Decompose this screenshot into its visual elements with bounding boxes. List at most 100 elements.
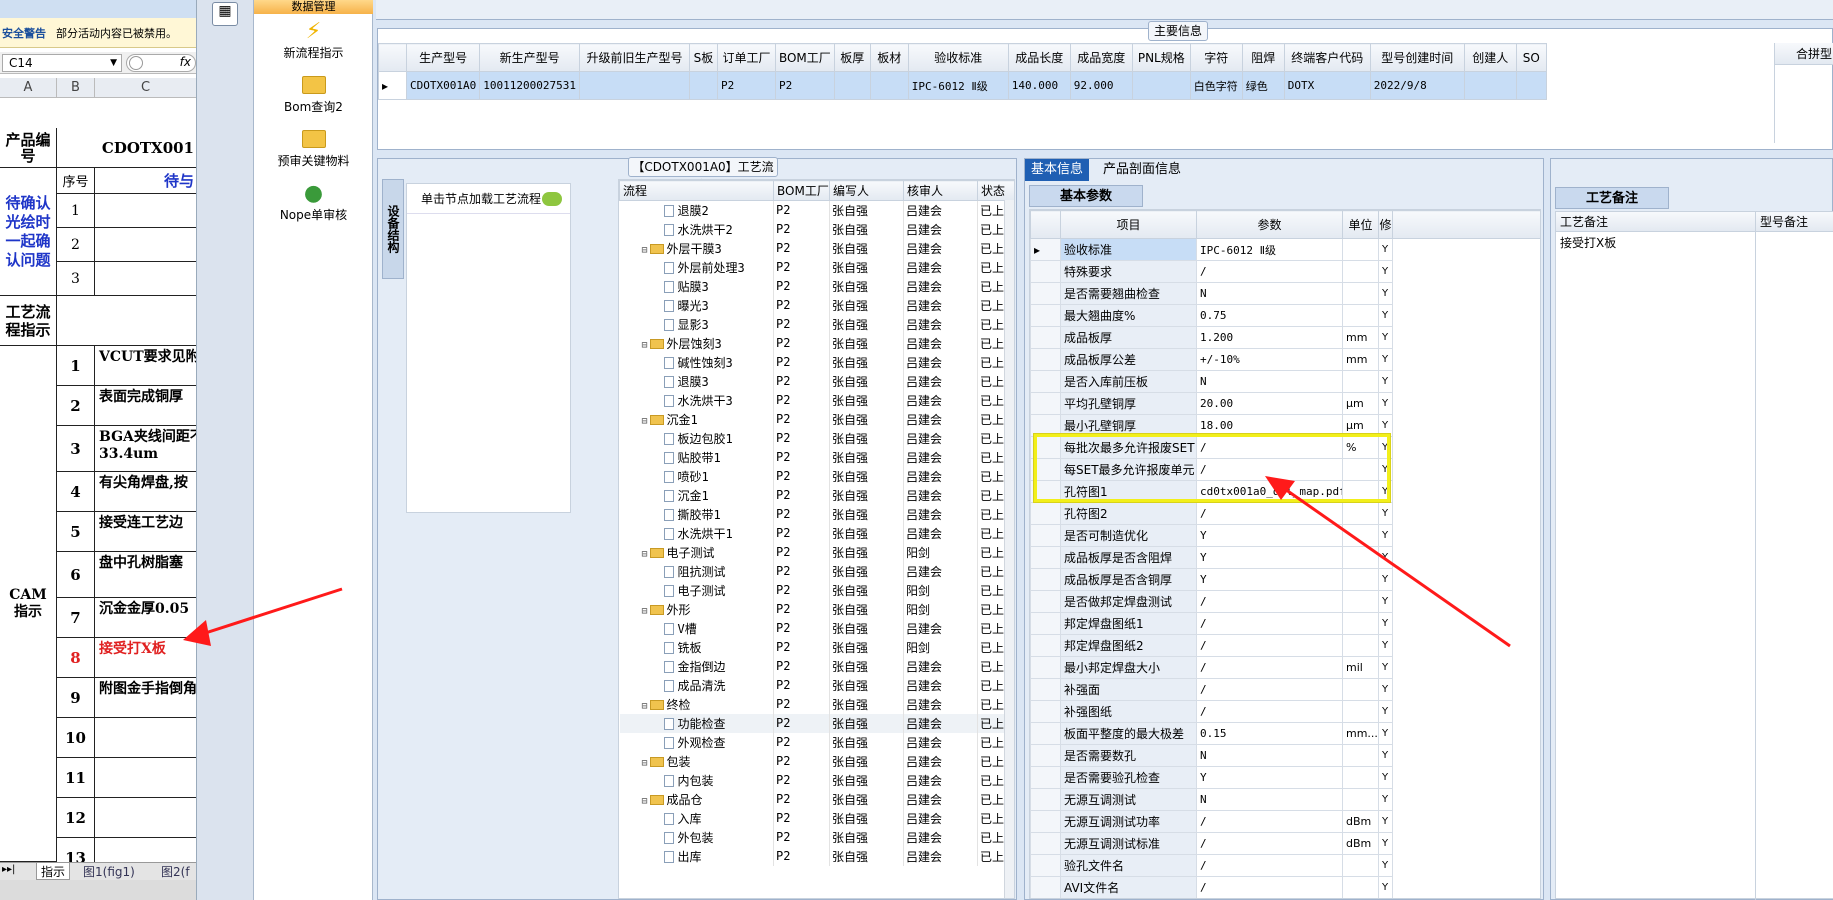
param-row[interactable]: 无源互调测试功率 / dBm Y [1030,810,1541,833]
param-modify[interactable]: Y [1378,656,1393,679]
param-row[interactable]: 成品板厚公差 +/-10% mm Y [1030,348,1541,371]
tree-row[interactable]: 贴膜3 P2 张自强 吕建会 已上网 [619,276,1014,296]
tree-row[interactable]: 外包装 P2 张自强 吕建会 已上网 [619,827,1014,847]
tree-node[interactable]: 成品清洗 [619,675,774,695]
param-value[interactable]: N [1196,788,1343,811]
tree-row[interactable]: 退膜2 P2 张自强 吕建会 已上网 [619,200,1014,220]
param-column-header[interactable]: 单位 [1342,210,1379,239]
param-row[interactable]: 无源互调测试标准 / dBm Y [1030,832,1541,855]
tree-row[interactable]: 水洗烘干1 P2 张自强 吕建会 已上网 [619,523,1014,543]
tree-row[interactable]: 曝光3 P2 张自强 吕建会 已上网 [619,295,1014,315]
param-modify[interactable]: Y [1378,810,1393,833]
param-value[interactable]: / [1196,502,1343,525]
tree-row[interactable]: ⊟ 沉金1 P2 张自强 吕建会 已上网 [619,409,1014,429]
sheet-tab-fig2[interactable]: 图2(f [158,863,193,880]
tree-row[interactable]: 电子测试 P2 张自强 阳剑 已上网 [619,580,1014,600]
param-modify[interactable]: Y [1378,876,1393,898]
tree-row[interactable]: 撕胶带1 P2 张自强 吕建会 已上网 [619,504,1014,524]
param-value[interactable]: Y [1196,568,1343,591]
column-header[interactable]: 验收标准 [907,43,1009,72]
collapse-icon[interactable]: ⊟ [642,340,648,351]
param-row[interactable]: 是否可制造优化 Y Y [1030,524,1541,547]
pending-cell[interactable] [95,194,196,228]
tree-column-header[interactable]: 核审人 [903,180,978,201]
data-management-tab[interactable]: 数据管理 [254,0,373,14]
table-cell[interactable] [1131,71,1191,100]
tree-row[interactable]: 板边包胶1 P2 张自强 吕建会 已上网 [619,428,1014,448]
param-value[interactable]: Y [1196,546,1343,569]
table-cell[interactable] [833,71,871,100]
calculator-icon[interactable]: ▦ [212,2,238,26]
param-row[interactable]: AVI文件名 / Y [1030,876,1541,898]
param-value[interactable]: N [1196,282,1343,305]
tree-row[interactable]: ⊟ 包装 P2 张自强 吕建会 已上网 [619,751,1014,771]
tree-row[interactable]: 出库 P2 张自强 吕建会 已上网 [619,846,1014,866]
tree-node[interactable]: 金指倒边 [619,656,774,676]
menu-item-nope-review[interactable]: ● Nope单审核 [254,180,373,223]
column-header[interactable]: 成品长度 [1007,43,1071,72]
tree-row[interactable]: 碱性蚀刻3 P2 张自强 吕建会 已上网 [619,352,1014,372]
param-row[interactable]: 最小邦定焊盘大小 / mil Y [1030,656,1541,679]
param-row[interactable]: 是否需要验孔检查 Y Y [1030,766,1541,789]
table-cell[interactable]: 140.000 [1007,71,1071,100]
tree-node[interactable]: 喷砂1 [619,466,774,486]
sheet-tab-fig1[interactable]: 图1(fig1) [80,863,138,880]
tree-node[interactable]: 退膜3 [619,371,774,391]
tree-node[interactable]: 阻抗测试 [619,561,774,581]
param-value[interactable]: Y [1196,524,1343,547]
param-value[interactable]: 1.200 [1196,326,1343,349]
cam-instruction[interactable] [95,718,196,758]
param-modify[interactable]: Y [1378,524,1393,547]
param-column-header[interactable]: 修 [1378,210,1393,239]
column-header[interactable]: 板材 [869,43,909,72]
column-header[interactable]: 生产型号 [405,43,481,72]
param-modify[interactable]: Y [1378,282,1393,305]
table-cell[interactable] [1515,71,1547,100]
param-row[interactable]: 补强面 / Y [1030,678,1541,701]
tree-node[interactable]: 水洗烘干3 [619,390,774,410]
tree-node[interactable]: 出库 [619,846,774,866]
nav-arrows-icon[interactable]: ▸▸| [2,864,15,875]
param-modify[interactable]: Y [1378,612,1393,635]
tree-node[interactable]: 退膜2 [619,200,774,220]
menu-item-new-process[interactable]: ⚡ 新流程指示 [254,18,373,61]
cam-instruction[interactable]: VCUT要求见附 [95,346,196,386]
tree-node[interactable]: 入库 [619,808,774,828]
col-header-c[interactable]: C [95,78,196,98]
table-cell[interactable]: P2 [774,71,835,100]
tree-node[interactable]: 外包装 [619,827,774,847]
tree-node[interactable]: 贴膜3 [619,276,774,296]
tree-node[interactable]: 碱性蚀刻3 [619,352,774,372]
param-modify[interactable]: Y [1378,304,1393,327]
param-value[interactable]: / [1196,260,1343,283]
table-cell[interactable]: 10011200027531 [479,71,580,100]
cam-instruction[interactable] [95,758,196,798]
param-row[interactable]: 邦定焊盘图纸2/ Y [1030,634,1541,657]
column-header[interactable]: S板 [688,43,718,72]
model-remark-field[interactable] [1756,232,1833,900]
cam-instruction[interactable]: 接受打X板 [95,638,196,678]
subtab-basic-params[interactable]: 基本参数 [1029,185,1144,207]
tree-row[interactable]: 入库 P2 张自强 吕建会 已上网 [619,808,1014,828]
table-cell[interactable] [688,71,718,100]
cam-instruction[interactable]: 接受连工艺边 [95,512,196,552]
tree-node[interactable]: ⊟ 包装 [619,751,774,771]
param-row[interactable]: 成品板厚是否含阻焊 Y Y [1030,546,1541,569]
column-header[interactable]: 升级前旧生产型号 [578,43,690,72]
param-modify[interactable]: Y [1378,370,1393,393]
menu-item-key-material[interactable]: 预审关键物料 [254,126,373,169]
tree-node[interactable]: 贴胶带1 [619,447,774,467]
param-modify[interactable]: Y [1378,590,1393,613]
collapse-icon[interactable]: ⊟ [642,701,648,712]
tree-row[interactable]: 成品清洗 P2 张自强 吕建会 已上网 [619,675,1014,695]
param-value[interactable]: / [1196,876,1343,898]
tree-node[interactable]: 铣板 [619,637,774,657]
tree-row[interactable]: 显影3 P2 张自强 吕建会 已上网 [619,314,1014,334]
tree-node[interactable]: ⊟ 成品仓 [619,789,774,809]
tree-node[interactable]: 功能检查 [619,713,774,733]
param-row[interactable]: 无源互调测试 N Y [1030,788,1541,811]
tree-row[interactable]: ⊟ 外层蚀刻3 P2 张自强 吕建会 已上网 [619,333,1014,353]
column-header[interactable]: 终端客户代码 [1283,43,1371,72]
column-header[interactable]: SO [1515,43,1547,72]
pending-cell[interactable] [95,228,196,262]
